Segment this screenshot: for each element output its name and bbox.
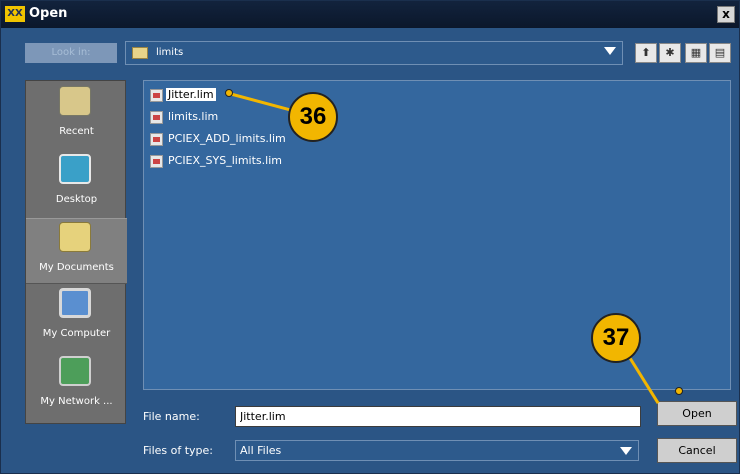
open-dialog: XX Open x Look in: limits ⬆ ✱ ▦ ▤ Recent…	[0, 0, 740, 474]
open-button[interactable]: Open	[657, 401, 737, 426]
desktop-icon	[59, 154, 91, 184]
cancel-button[interactable]: Cancel	[657, 438, 737, 463]
dialog-title: Open	[29, 6, 68, 21]
sidebar-item-my-documents[interactable]: My Documents	[26, 218, 127, 284]
sidebar-item-desktop[interactable]: Desktop	[26, 151, 127, 217]
title-bar[interactable]: XX Open x	[1, 1, 739, 28]
sidebar-item-my-network[interactable]: My Network ...	[26, 353, 127, 419]
look-in-label: Look in:	[25, 43, 117, 63]
recent-icon	[59, 86, 91, 116]
file-name-input[interactable]	[235, 406, 641, 427]
close-button[interactable]: x	[717, 6, 735, 23]
up-folder-button[interactable]: ⬆	[635, 43, 657, 63]
file-type-dropdown[interactable]: All Files	[235, 440, 639, 461]
file-name-label: File name:	[143, 410, 200, 423]
file-item-name: limits.lim	[168, 110, 219, 123]
network-icon	[59, 356, 91, 386]
list-view-button[interactable]: ▦	[685, 43, 707, 63]
callout-37-badge: 37	[591, 313, 641, 363]
file-item-name: Jitter.lim	[166, 88, 216, 101]
app-icon: XX	[5, 6, 25, 22]
details-view-button[interactable]: ▤	[709, 43, 731, 63]
sidebar-item-label: My Computer	[42, 328, 111, 339]
current-folder-name: limits	[156, 47, 184, 58]
places-bar: Recent Desktop My Documents My Computer …	[25, 80, 127, 424]
folder-icon	[132, 47, 148, 59]
lim-file-icon	[150, 89, 163, 102]
documents-icon	[59, 222, 91, 252]
sidebar-item-label: Recent	[59, 126, 94, 137]
sidebar-item-label: Desktop	[55, 194, 98, 205]
file-type-label: Files of type:	[143, 444, 214, 457]
callout-36-dot	[225, 89, 233, 97]
dropdown-arrow-icon[interactable]	[604, 47, 616, 55]
new-folder-button[interactable]: ✱	[659, 43, 681, 63]
lim-file-icon	[150, 133, 163, 146]
lim-file-icon	[150, 155, 163, 168]
sidebar-item-label: My Network ...	[40, 396, 113, 407]
sidebar-item-my-computer[interactable]: My Computer	[26, 285, 127, 351]
file-item-name: PCIEX_ADD_limits.lim	[168, 132, 286, 145]
look-in-dropdown[interactable]: limits	[125, 41, 623, 65]
dropdown-arrow-icon[interactable]	[620, 447, 632, 455]
sidebar-item-label: My Documents	[39, 262, 114, 273]
callout-36-badge: 36	[288, 92, 338, 142]
sidebar-item-recent[interactable]: Recent	[26, 83, 127, 149]
computer-icon	[59, 288, 91, 318]
lim-file-icon	[150, 111, 163, 124]
file-type-value: All Files	[240, 444, 282, 457]
file-list[interactable]: Jitter.lim limits.lim PCIEX_ADD_limits.l…	[143, 80, 731, 390]
callout-37-dot	[675, 387, 683, 395]
file-item-name: PCIEX_SYS_limits.lim	[168, 154, 282, 167]
